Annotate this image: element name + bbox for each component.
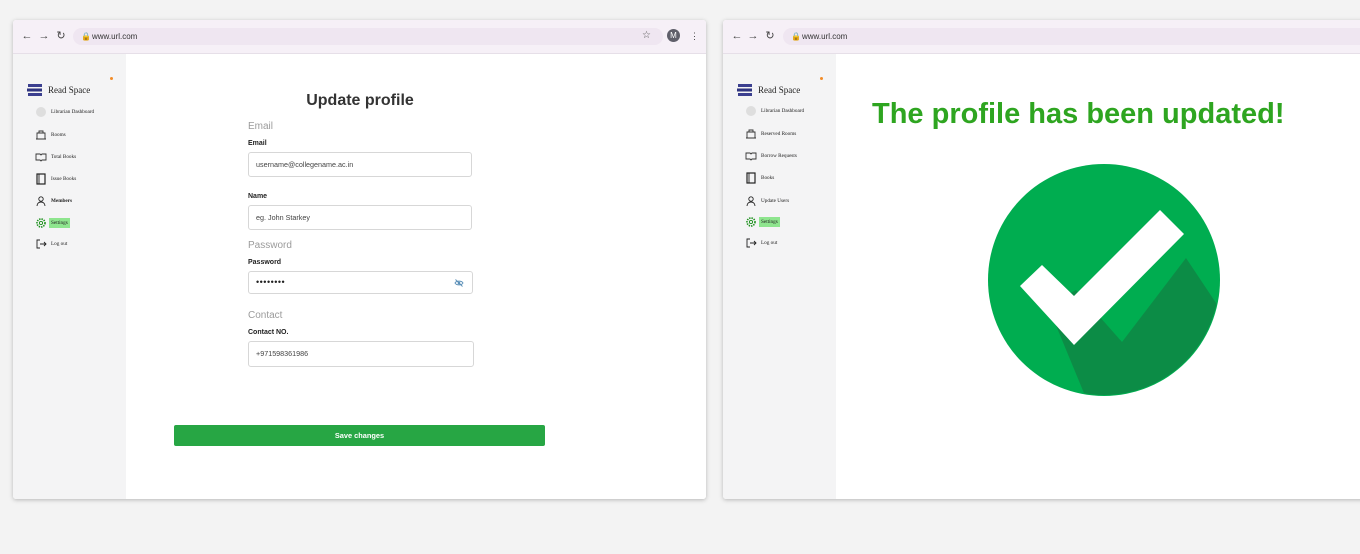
user-icon [36, 196, 46, 207]
book-open-icon [745, 152, 757, 161]
contact-label: Contact NO. [248, 329, 289, 336]
lock-icon: 🔒 [791, 32, 801, 41]
sidebar-item-label: Members [51, 198, 73, 204]
name-label: Name [248, 193, 268, 200]
back-icon[interactable]: ← [730, 29, 744, 43]
sidebar-item-label: Update Users [761, 198, 790, 204]
email-label: Email [248, 140, 267, 147]
book-icon [746, 172, 756, 184]
browser-toolbar: ← → ↻ 🔒 www.url.com [723, 20, 1360, 54]
reload-icon[interactable]: ↻ [54, 29, 68, 43]
address-bar[interactable]: 🔒 www.url.com [73, 28, 663, 45]
name-field[interactable]: eg. John Starkey [248, 205, 472, 230]
sidebar-item-label: Rooms [51, 132, 66, 138]
brand-dot [820, 77, 823, 80]
sidebar: Read Space Librarian Dashboard Reserved … [723, 54, 836, 499]
browser-window-success: ← → ↻ 🔒 www.url.com Read Space Librarian… [723, 20, 1360, 499]
lock-icon: 🔒 [81, 32, 91, 41]
book-icon [36, 173, 46, 185]
password-value: •••••••• [256, 277, 286, 287]
contact-value: +971598361986 [256, 349, 309, 358]
sidebar-item-label: Settings [759, 217, 780, 227]
sidebar-item-label: Librarian Dashboard [761, 108, 805, 114]
sidebar-item-label: Reserved Rooms [761, 131, 797, 137]
sidebar-item-label: Books [761, 175, 775, 181]
success-panel: The profile has been updated! [836, 54, 1360, 499]
book-open-icon [35, 153, 47, 162]
dashboard-icon [746, 106, 756, 116]
sidebar-item-label: Librarian Dashboard [51, 109, 95, 115]
books-logo-icon [27, 84, 42, 96]
rooms-icon [36, 130, 46, 140]
password-label: Password [248, 259, 282, 266]
more-menu-icon[interactable]: ⋮ [690, 29, 699, 43]
brand-name: Read Space [48, 85, 91, 95]
success-message: The profile has been updated! [872, 98, 1285, 130]
email-section-heading: Email [248, 121, 274, 132]
name-placeholder: eg. John Starkey [256, 213, 310, 222]
sidebar: Read Space Librarian Dashboard Rooms Tot… [13, 54, 126, 499]
email-value: username@collegename.ac.in [256, 160, 354, 169]
password-field[interactable]: •••••••• [248, 271, 473, 294]
url-text: www.url.com [92, 32, 138, 41]
brand-name: Read Space [758, 85, 801, 95]
logout-icon [746, 238, 757, 248]
browser-toolbar: ← → ↻ 🔒 www.url.com ☆ M ⋮ [13, 20, 706, 54]
save-changes-button[interactable]: Save changes [174, 425, 545, 446]
contact-field[interactable]: +971598361986 [248, 341, 474, 367]
back-icon[interactable]: ← [20, 29, 34, 43]
logout-icon [36, 239, 47, 249]
sidebar-item-label: Log out [51, 241, 68, 247]
profile-form: Update profile Email Email username@coll… [126, 54, 706, 499]
sidebar-item-label: Borrow Requests [761, 153, 797, 159]
sidebar-item-label: Log out [761, 240, 778, 246]
url-text: www.url.com [802, 32, 848, 41]
rooms-icon [746, 129, 756, 139]
sidebar-item-label: Issue Books [51, 176, 77, 182]
forward-icon[interactable]: → [37, 29, 51, 43]
reload-icon[interactable]: ↻ [763, 29, 777, 43]
forward-icon[interactable]: → [746, 29, 760, 43]
email-field[interactable]: username@collegename.ac.in [248, 152, 472, 177]
books-logo-icon [737, 84, 752, 96]
success-check-icon [988, 164, 1220, 396]
browser-window-update-profile: ← → ↻ 🔒 www.url.com ☆ M ⋮ Read Space Lib… [13, 20, 706, 499]
brand-dot [110, 77, 113, 80]
bookmark-star-icon[interactable]: ☆ [642, 29, 651, 43]
sidebar-item-label: Total Books [51, 154, 77, 160]
eye-off-icon[interactable] [454, 278, 464, 288]
dashboard-icon [36, 107, 46, 117]
password-section-heading: Password [248, 240, 292, 251]
page-title: Update profile [306, 92, 414, 109]
gear-icon [746, 217, 756, 227]
contact-section-heading: Contact [248, 310, 283, 321]
sidebar-item-label: Settings [49, 218, 70, 228]
address-bar[interactable]: 🔒 www.url.com [783, 28, 1360, 45]
gear-icon [36, 218, 46, 228]
profile-avatar[interactable]: M [667, 29, 680, 42]
user-icon [746, 196, 756, 207]
